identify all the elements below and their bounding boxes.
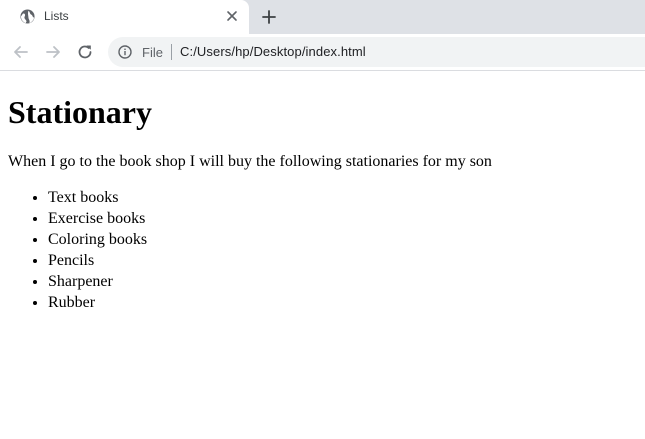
page-heading: Stationary	[8, 94, 152, 130]
reload-icon[interactable]	[76, 43, 94, 61]
toolbar: File C:/Users/hp/Desktop/index.html	[0, 34, 645, 71]
omnibox-separator	[171, 44, 172, 60]
list-item: Exercise books	[48, 208, 637, 229]
browser-window: Lists File C:/Users/hp/Desktop/index.htm…	[0, 0, 645, 439]
list-item: Sharpener	[48, 271, 637, 292]
page-content: Stationary When I go to the book shop I …	[0, 94, 645, 313]
list-item: Pencils	[48, 250, 637, 271]
info-icon[interactable]	[118, 45, 132, 59]
scheme-label: File	[142, 45, 163, 60]
close-icon[interactable]	[226, 10, 238, 22]
list-item: Coloring books	[48, 229, 637, 250]
arrow-right-icon[interactable]	[44, 43, 62, 61]
intro-paragraph: When I go to the book shop I will buy th…	[8, 153, 492, 170]
tab-title: Lists	[44, 9, 69, 23]
list-item: Rubber	[48, 292, 637, 313]
tab-active[interactable]: Lists	[0, 0, 249, 34]
new-tab-icon[interactable]	[261, 9, 277, 25]
stationery-list: Text books Exercise books Coloring books…	[8, 187, 637, 313]
arrow-left-icon[interactable]	[12, 43, 30, 61]
list-item: Text books	[48, 187, 637, 208]
address-bar[interactable]: File C:/Users/hp/Desktop/index.html	[108, 37, 645, 67]
tab-strip: Lists	[0, 0, 645, 34]
globe-icon	[20, 9, 35, 24]
url-text[interactable]: C:/Users/hp/Desktop/index.html	[180, 44, 366, 59]
